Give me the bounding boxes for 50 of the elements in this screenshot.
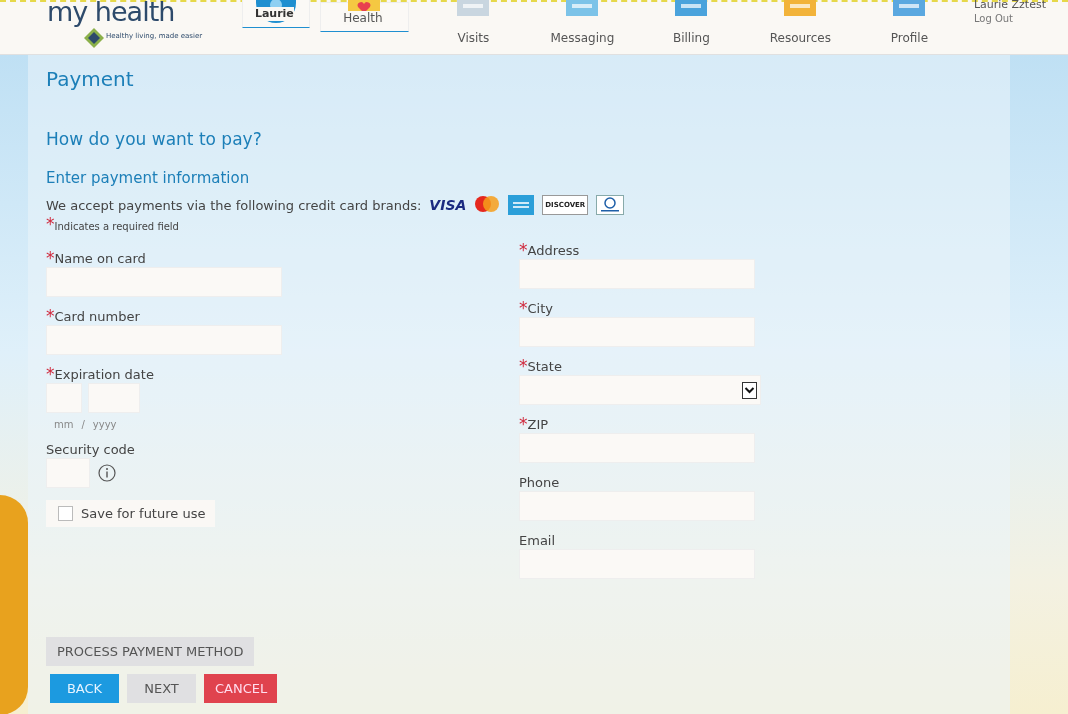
field-label: Security code [46, 442, 135, 458]
process-payment-button[interactable]: PROCESS PAYMENT METHOD [46, 637, 255, 666]
nav-tab[interactable]: Visits [428, 2, 518, 54]
required-asterisk: * [519, 299, 528, 317]
nav-tab[interactable]: Profile [864, 2, 954, 54]
nav-tab[interactable]: Billing [646, 2, 736, 54]
accept-text: We accept payments via the following credit card brands: [46, 197, 422, 213]
logout-link[interactable]: Log Out [973, 12, 1046, 26]
required-asterisk: * [519, 415, 528, 433]
required-asterisk: * [46, 307, 55, 325]
amex-card-icon [508, 195, 535, 215]
required-asterisk: * [46, 365, 55, 383]
date-hint: / [81, 419, 85, 430]
required-asterisk: * [519, 241, 528, 259]
date-hint: mm [54, 419, 74, 430]
chevron-down-icon [742, 381, 757, 399]
nav-tab[interactable]: Laurie [241, 0, 310, 28]
section-heading: How do you want to pay? [46, 129, 262, 149]
date-hint: yyyy [92, 419, 117, 430]
field-label: Name on card [54, 251, 146, 267]
field-label: Expiration date [54, 367, 154, 383]
field-label: Address [527, 243, 580, 259]
checkbox[interactable] [58, 506, 73, 521]
next-button[interactable]: NEXT [127, 674, 196, 703]
field-label: ZIP [527, 417, 549, 433]
page-title: Payment [46, 67, 134, 91]
nav-tab[interactable]: Resources [755, 2, 845, 54]
required-asterisk: * [46, 249, 55, 267]
state-dropdown[interactable] [519, 375, 761, 405]
nav-tab[interactable]: Health [319, 2, 409, 32]
subsection-heading: Enter payment information [46, 169, 250, 187]
info-icon[interactable] [98, 464, 116, 482]
field-label: State [527, 359, 562, 375]
required-asterisk: * [46, 215, 55, 233]
field-label: Phone [519, 475, 560, 491]
required-note: Indicates a required field [54, 221, 179, 232]
save-option[interactable]: Save for future use [46, 500, 216, 527]
nav-tab[interactable]: Messaging [537, 2, 627, 54]
diamond-logo-icon [84, 28, 104, 48]
diners-card-icon [596, 195, 625, 215]
logo-wordmark[interactable]: my health [47, 0, 175, 27]
field-label: City [527, 301, 553, 317]
field-label: Card number [54, 309, 140, 325]
input-field[interactable] [519, 259, 755, 289]
required-asterisk: * [519, 357, 528, 375]
user-name: Laurie Zztest [973, 0, 1046, 12]
visa-logo: VISA [429, 197, 467, 213]
field-label: Email [519, 533, 556, 549]
input-field[interactable] [46, 267, 282, 297]
mastercard-icon [474, 195, 501, 215]
